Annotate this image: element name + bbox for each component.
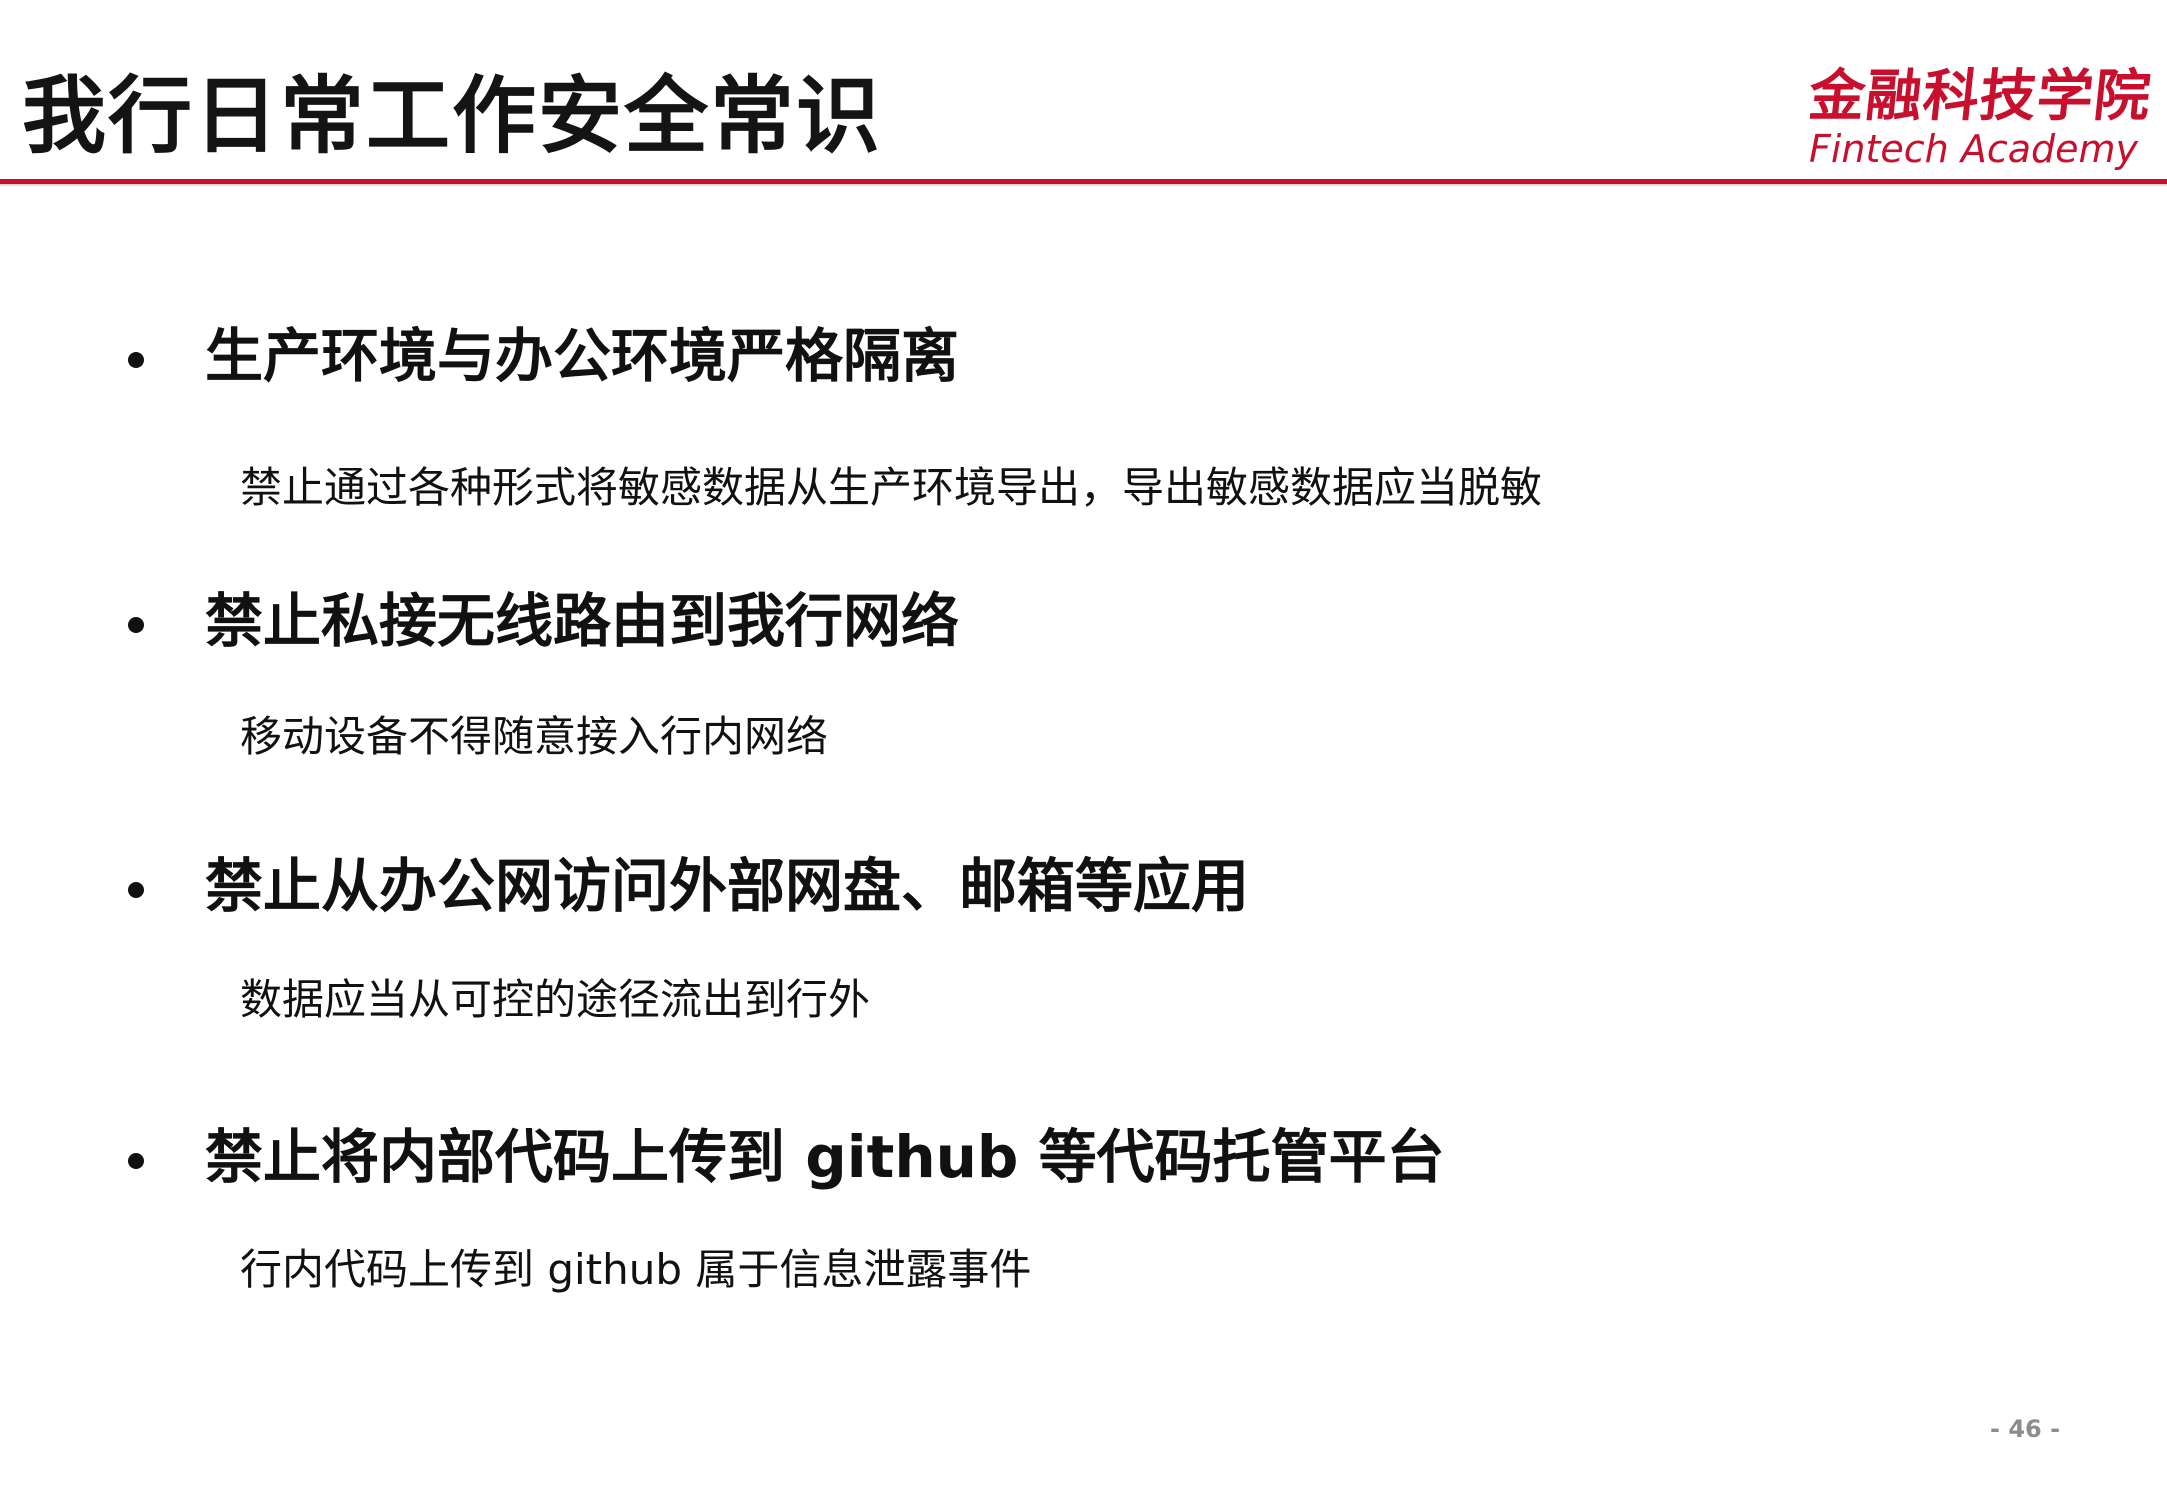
bullet-dot-icon [128,1153,144,1169]
bullet-detail: 禁止通过各种形式将敏感数据从生产环境导出，导出敏感数据应当脱敏 [240,463,1543,512]
bullet-heading: 禁止将内部代码上传到 github 等代码托管平台 [205,1123,1445,1191]
header-divider-shadow [0,184,2167,187]
bullet-detail: 行内代码上传到 github 属于信息泄露事件 [240,1245,1032,1294]
bullet-heading: 禁止私接无线路由到我行网络 [205,587,960,655]
bullet-dot-icon [128,882,144,898]
logo-english-text: Fintech Academy [1809,126,2139,171]
bullet-heading: 禁止从办公网访问外部网盘、邮箱等应用 [205,852,1250,920]
bullet-detail: 移动设备不得随意接入行内网络 [240,712,829,761]
slide-title: 我行日常工作安全常识 [22,67,883,165]
bullet-dot-icon [128,352,144,368]
logo-chinese-text: 金融科技学院 [1805,64,2155,129]
bullet-heading: 生产环境与办公环境严格隔离 [205,322,960,390]
fintech-academy-logo: 金融科技学院 Fintech Academy [1805,64,2155,171]
bullet-dot-icon [128,617,144,633]
bullet-detail: 数据应当从可控的途径流出到行外 [240,975,871,1024]
page-number: - 46 - [1990,1415,2061,1443]
